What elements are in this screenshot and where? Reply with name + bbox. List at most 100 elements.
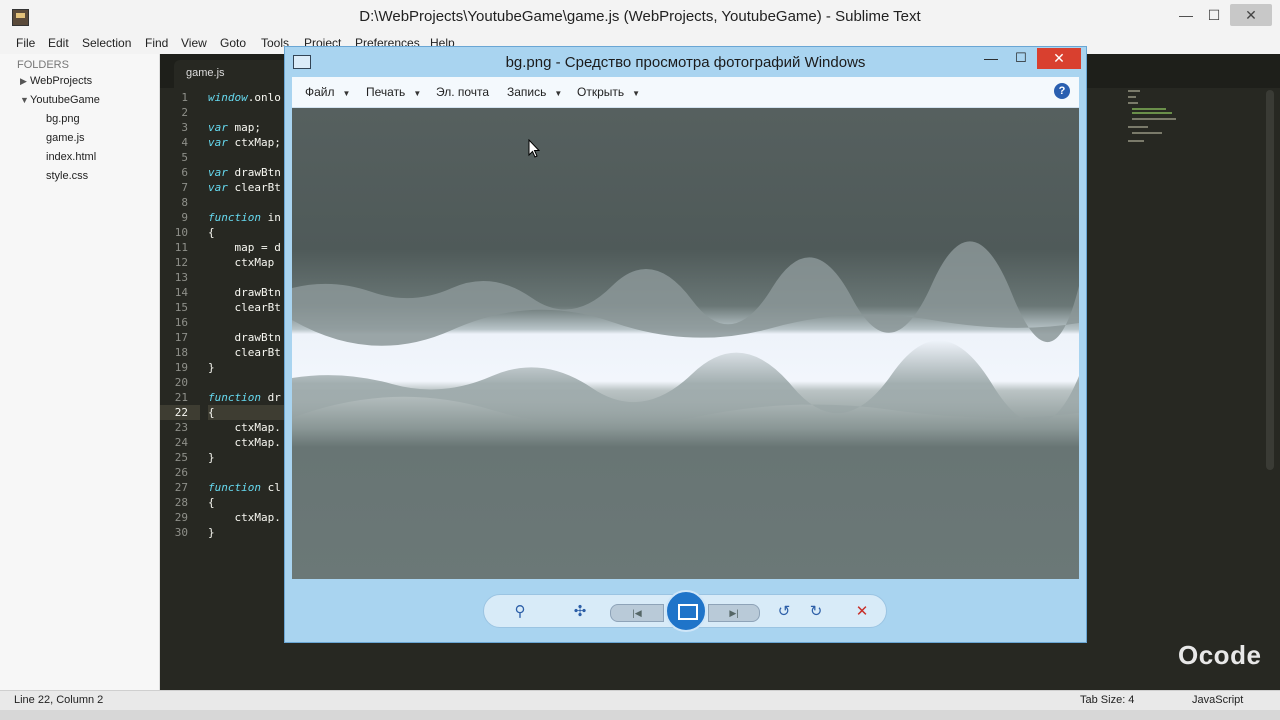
close-button[interactable]: ✕ (1230, 4, 1272, 26)
line-number: 15 (174, 301, 188, 314)
minimize-button[interactable]: — (1176, 4, 1196, 26)
keyword-token: window (208, 91, 248, 104)
viewer-menu-open[interactable]: Открыть ▼ (577, 85, 640, 99)
expanded-arrow-icon: ▼ (20, 95, 29, 105)
photo-viewer-window: bg.png - Средство просмотра фотографий W… (284, 46, 1087, 643)
photo-image (292, 108, 1079, 579)
line-number: 13 (174, 271, 188, 284)
keyword-token: function (208, 211, 261, 224)
line-number: 2 (181, 106, 188, 119)
next-button[interactable]: ▶| (708, 604, 760, 622)
channel-watermark: Ocode (1178, 640, 1262, 670)
minimap[interactable] (1128, 90, 1188, 150)
cursor-position: Line 22, Column 2 (14, 694, 104, 706)
menu-file[interactable]: File (16, 36, 35, 50)
viewer-menu-label: Печать (366, 85, 406, 99)
line-number: 12 (174, 256, 188, 269)
menu-find[interactable]: Find (145, 36, 168, 50)
sidebar-item-style-css[interactable]: style.css (46, 167, 88, 185)
line-number: 23 (174, 421, 188, 434)
sidebar-item-webprojects[interactable]: ▶ WebProjects (20, 72, 92, 90)
line-number: 5 (181, 151, 188, 164)
keyword-token: var (208, 166, 228, 179)
keyword-token: var (208, 181, 228, 194)
keyword-token: var (208, 136, 228, 149)
menu-goto[interactable]: Goto (220, 36, 246, 50)
viewer-menu-file[interactable]: Файл ▼ (305, 85, 350, 99)
viewer-title: bg.png - Средство просмотра фотографий W… (505, 54, 866, 71)
rotate-clockwise-button[interactable]: ↻ (806, 602, 826, 622)
sidebar-item-game-js[interactable]: game.js (46, 129, 85, 147)
viewer-menu-label: Файл (305, 85, 335, 99)
menu-view[interactable]: View (181, 36, 207, 50)
line-number: 7 (181, 181, 188, 194)
viewer-menu-email[interactable]: Эл. почта (436, 85, 489, 99)
viewer-maximize-button[interactable]: ☐ (1009, 50, 1033, 68)
title-bar: D:\WebProjects\YoutubeGame\game.js (WebP… (0, 0, 1280, 35)
line-number: 22 (160, 405, 200, 420)
sidebar-item-label: YoutubeGame (30, 94, 100, 106)
viewer-menu-print[interactable]: Печать ▼ (366, 85, 421, 99)
line-number: 29 (174, 511, 188, 524)
viewer-close-button[interactable]: ✕ (1037, 48, 1081, 69)
maximize-button[interactable]: ☐ (1204, 4, 1224, 26)
cloud-background-image (292, 108, 1079, 579)
status-bar: Line 22, Column 2 Tab Size: 4 JavaScript (0, 690, 1280, 711)
line-number: 27 (174, 481, 188, 494)
mouse-cursor-icon (528, 139, 540, 158)
line-number: 25 (174, 451, 188, 464)
line-number: 26 (174, 466, 188, 479)
folder-sidebar: FOLDERS ▶ WebProjects ▼YoutubeGame bg.png… (0, 54, 160, 690)
line-number: 1 (181, 91, 188, 104)
line-number: 21 (174, 391, 188, 404)
delete-button[interactable]: ✕ (852, 602, 872, 622)
line-number: 30 (174, 526, 188, 539)
line-number: 11 (174, 241, 188, 254)
viewer-minimize-button[interactable]: — (979, 50, 1003, 68)
line-number: 4 (181, 136, 188, 149)
line-number: 28 (174, 496, 188, 509)
collapsed-arrow-icon: ▶ (20, 76, 27, 86)
line-number: 18 (174, 346, 188, 359)
tab-size-indicator[interactable]: Tab Size: 4 (1080, 694, 1134, 706)
dropdown-caret-icon: ▼ (554, 89, 563, 98)
previous-button[interactable]: |◀ (610, 604, 664, 622)
line-number: 24 (174, 436, 188, 449)
keyword-token: var (208, 121, 228, 134)
line-number: 17 (174, 331, 188, 344)
line-number: 8 (181, 196, 188, 209)
viewer-menu-label: Открыть (577, 85, 625, 99)
actual-size-button[interactable]: ✣ (570, 602, 590, 622)
tab-game-js[interactable]: game.js (174, 60, 294, 88)
line-number: 19 (174, 361, 188, 374)
line-number-gutter: 1 2 3 4 5 6 7 8 9 10 11 12 13 14 15 16 17 18 19 20 21 22 23 24 2… (160, 90, 200, 540)
zoom-button[interactable]: ⚲ (510, 602, 530, 622)
viewer-menu-label: Запись (507, 85, 547, 99)
sidebar-item-bg-png[interactable]: bg.png (46, 110, 80, 128)
dropdown-caret-icon: ▼ (342, 89, 351, 98)
window-title: D:\WebProjects\YoutubeGame\game.js (WebP… (359, 8, 921, 25)
keyword-token: function (208, 481, 261, 494)
syntax-indicator[interactable]: JavaScript (1192, 694, 1243, 706)
line-number: 9 (181, 211, 188, 224)
help-icon[interactable]: ? (1054, 83, 1070, 99)
slideshow-button[interactable] (665, 590, 707, 632)
dropdown-caret-icon: ▼ (413, 89, 422, 98)
rotate-counterclockwise-button[interactable]: ↺ (774, 602, 794, 622)
line-number: 6 (181, 166, 188, 179)
line-number: 14 (174, 286, 188, 299)
line-number: 20 (174, 376, 188, 389)
vertical-scrollbar[interactable] (1266, 90, 1274, 470)
menu-selection[interactable]: Selection (82, 36, 131, 50)
viewer-toolbar: ⚲ ✣ |◀ ▶| ↺ ↻ ✕ (483, 590, 887, 632)
dropdown-caret-icon: ▼ (632, 89, 641, 98)
sidebar-item-index-html[interactable]: index.html (46, 148, 96, 166)
line-number: 10 (174, 226, 188, 239)
sidebar-item-youtubegame[interactable]: ▼YoutubeGame (20, 91, 100, 109)
menu-edit[interactable]: Edit (48, 36, 69, 50)
line-number: 16 (174, 316, 188, 329)
taskbar-strip (0, 710, 1280, 720)
line-number: 3 (181, 121, 188, 134)
viewer-menu-bar: Файл ▼ Печать ▼ Эл. почта Запись ▼ Открыть ▼… (292, 77, 1079, 108)
viewer-menu-burn[interactable]: Запись ▼ (507, 85, 562, 99)
